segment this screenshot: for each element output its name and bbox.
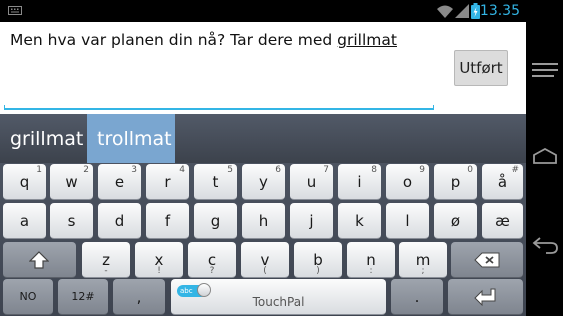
suggestion-item-selected[interactable]: trollmat <box>87 114 175 163</box>
message-input[interactable]: Men hva var planen din nå? Tar dere med … <box>10 30 450 50</box>
key-f[interactable]: f <box>146 203 189 239</box>
enter-key[interactable] <box>448 279 523 315</box>
key-n[interactable]: n: <box>347 242 395 278</box>
key-g[interactable]: g <box>194 203 237 239</box>
back-icon[interactable] <box>532 236 558 254</box>
suggestion-bar: grillmat trollmat <box>0 114 526 163</box>
key-d[interactable]: d <box>98 203 141 239</box>
keyboard-brand-label: TouchPal <box>252 295 305 309</box>
period-key[interactable]: . <box>391 279 443 315</box>
backspace-icon <box>474 252 500 268</box>
status-time: 13.35 <box>479 3 520 19</box>
message-compose-area[interactable]: Men hva var planen din nå? Tar dere med … <box>0 22 526 114</box>
key-w[interactable]: w2 <box>50 164 93 200</box>
message-text: Men hva var planen din nå? Tar dere med <box>10 31 338 49</box>
numbers-key[interactable]: 12# <box>58 279 108 315</box>
comma-key[interactable]: , <box>113 279 165 315</box>
backspace-key[interactable] <box>451 242 523 278</box>
space-key[interactable]: abc TouchPal <box>171 279 386 315</box>
key-o-slash[interactable]: ø <box>434 203 477 239</box>
key-l[interactable]: l <box>386 203 429 239</box>
key-a-ring[interactable]: å # <box>482 164 523 200</box>
composing-word: grillmat <box>337 31 397 49</box>
key-ae[interactable]: æ <box>482 203 523 239</box>
shift-icon <box>29 251 49 269</box>
key-x[interactable]: x! <box>135 242 183 278</box>
keyboard: grillmat trollmat q1 w2 e3 r4 t5 y6 u7 i… <box>0 114 526 316</box>
app-screen: 13.35 Men hva var planen din nå? Tar der… <box>0 0 526 316</box>
key-j[interactable]: j <box>290 203 333 239</box>
suggestion-item[interactable]: grillmat <box>0 114 86 163</box>
key-p[interactable]: p0 <box>434 164 477 200</box>
key-a[interactable]: a <box>3 203 46 239</box>
key-q[interactable]: q1 <box>3 164 46 200</box>
key-e[interactable]: e3 <box>98 164 141 200</box>
done-button[interactable]: Utført <box>454 50 508 86</box>
shift-key[interactable] <box>3 242 76 278</box>
battery-icon <box>471 3 480 19</box>
key-b[interactable]: b) <box>294 242 342 278</box>
key-v[interactable]: v( <box>241 242 289 278</box>
key-k[interactable]: k <box>338 203 381 239</box>
key-m[interactable]: m; <box>399 242 447 278</box>
navigation-bar <box>526 0 563 316</box>
key-i[interactable]: i8 <box>338 164 381 200</box>
key-s[interactable]: s <box>50 203 93 239</box>
status-bar: 13.35 <box>0 0 526 22</box>
key-c[interactable]: c? <box>188 242 236 278</box>
home-icon[interactable] <box>532 148 558 164</box>
input-underline <box>4 105 434 110</box>
key-t[interactable]: t5 <box>194 164 237 200</box>
key-r[interactable]: r4 <box>146 164 189 200</box>
keyboard-notification-icon <box>8 6 22 15</box>
menu-icon[interactable] <box>532 62 558 78</box>
key-y[interactable]: y6 <box>242 164 285 200</box>
key-u[interactable]: u7 <box>290 164 333 200</box>
language-key[interactable]: NO <box>3 279 53 315</box>
key-o[interactable]: o9 <box>386 164 429 200</box>
enter-icon <box>474 288 496 306</box>
wifi-icon <box>437 5 453 18</box>
signal-icon <box>455 4 469 18</box>
key-z[interactable]: z- <box>82 242 130 278</box>
key-h[interactable]: h <box>242 203 285 239</box>
